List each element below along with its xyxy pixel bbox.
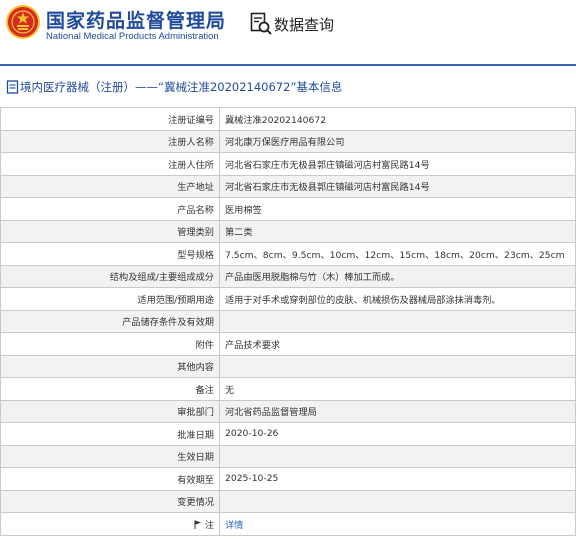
row-label: 适用范围/预期用途 bbox=[0, 287, 220, 311]
row-label: 有效期至 bbox=[0, 467, 220, 491]
table-row: 其他内容 bbox=[0, 354, 576, 378]
table-row: 批准日期 2020-10-26 bbox=[0, 422, 576, 446]
row-label: 型号规格 bbox=[0, 242, 220, 266]
header-divider bbox=[0, 64, 576, 66]
row-value: 河北省石家庄市无极县郭庄镇磁河店村富民路14号 bbox=[219, 174, 576, 198]
row-label: 批准日期 bbox=[0, 422, 220, 446]
row-value: 河北康万保医疗用品有限公司 bbox=[219, 129, 576, 153]
row-label: 注 bbox=[204, 519, 214, 531]
row-label: 变更情况 bbox=[0, 489, 220, 513]
row-value: 第二类 bbox=[219, 219, 576, 243]
info-table: 注册证编号 冀械注准20202140672 注册人名称 河北康万保医疗用品有限公… bbox=[0, 107, 576, 536]
table-row: 注册人名称 河北康万保医疗用品有限公司 bbox=[0, 129, 576, 153]
document-icon bbox=[6, 80, 19, 94]
table-row: 产品储存条件及有效期 bbox=[0, 309, 576, 333]
row-value: 无 bbox=[219, 377, 576, 401]
row-value: 医用棉签 bbox=[219, 197, 576, 221]
row-label: 其他内容 bbox=[0, 354, 220, 378]
row-label: 备注 bbox=[0, 377, 220, 401]
row-value: 河北省药品监督管理局 bbox=[219, 399, 576, 423]
row-label: 产品名称 bbox=[0, 197, 220, 221]
row-label: 管理类别 bbox=[0, 219, 220, 243]
details-link[interactable]: 详情 bbox=[225, 520, 243, 531]
table-row: 附件 产品技术要求 bbox=[0, 332, 576, 356]
row-value: 河北省石家庄市无极县郭庄镇磁河店村富民路14号 bbox=[219, 152, 576, 176]
site-title-cn: 国家药品监督管理局 bbox=[46, 10, 227, 32]
row-label: 结构及组成/主要组成成分 bbox=[0, 264, 220, 288]
row-label: 生效日期 bbox=[0, 444, 220, 468]
flag-icon bbox=[194, 520, 201, 529]
row-value bbox=[219, 489, 576, 513]
table-row: 注册证编号 冀械注准20202140672 bbox=[0, 107, 576, 131]
table-row: 产品名称 医用棉签 bbox=[0, 197, 576, 221]
row-label: 审批部门 bbox=[0, 399, 220, 423]
section-title-bar: 境内医疗器械（注册）——“冀械注准20202140672”基本信息 bbox=[0, 70, 576, 104]
row-value bbox=[219, 309, 576, 333]
section-title: 境内医疗器械（注册）——“冀械注准20202140672”基本信息 bbox=[20, 80, 343, 94]
site-header: 国家药品监督管理局 National Medical Products Admi… bbox=[0, 0, 576, 50]
table-row: 备注 无 bbox=[0, 377, 576, 401]
table-row: 生效日期 bbox=[0, 444, 576, 468]
table-row: 结构及组成/主要组成成分 产品由医用脱脂棉与竹（木）棒加工而成。 bbox=[0, 264, 576, 288]
row-value: 2025-10-25 bbox=[219, 467, 576, 491]
row-label: 附件 bbox=[0, 332, 220, 356]
note-label-cell: 注 bbox=[0, 512, 220, 536]
row-label: 生产地址 bbox=[0, 174, 220, 198]
row-label: 注册证编号 bbox=[0, 107, 220, 131]
table-row: 生产地址 河北省石家庄市无极县郭庄镇磁河店村富民路14号 bbox=[0, 174, 576, 198]
row-label: 产品储存条件及有效期 bbox=[0, 309, 220, 333]
data-query-link[interactable]: 数据查询 bbox=[274, 14, 334, 35]
row-value: 冀械注准20202140672 bbox=[219, 107, 576, 131]
row-value-cell: 详情 bbox=[219, 512, 576, 536]
site-title-en: National Medical Products Administration bbox=[46, 31, 219, 42]
table-row: 型号规格 7.5cm、8cm、9.5cm、10cm、12cm、15cm、18cm… bbox=[0, 242, 576, 266]
table-row: 管理类别 第二类 bbox=[0, 219, 576, 243]
table-row: 注册人住所 河北省石家庄市无极县郭庄镇磁河店村富民路14号 bbox=[0, 152, 576, 176]
table-row: 审批部门 河北省药品监督管理局 bbox=[0, 399, 576, 423]
row-value: 7.5cm、8cm、9.5cm、10cm、12cm、15cm、18cm、20cm… bbox=[219, 242, 576, 266]
row-value bbox=[219, 354, 576, 378]
row-value: 适用于对手术或穿刺部位的皮肤、机械损伤及器械局部涂抹消毒剂。 bbox=[219, 287, 576, 311]
row-value bbox=[219, 444, 576, 468]
row-value: 产品由医用脱脂棉与竹（木）棒加工而成。 bbox=[219, 264, 576, 288]
table-row: 注 详情 bbox=[0, 512, 576, 536]
table-row: 有效期至 2025-10-25 bbox=[0, 467, 576, 491]
magnifier-document-icon[interactable] bbox=[250, 12, 272, 36]
row-label: 注册人住所 bbox=[0, 152, 220, 176]
table-row: 适用范围/预期用途 适用于对手术或穿刺部位的皮肤、机械损伤及器械局部涂抹消毒剂。 bbox=[0, 287, 576, 311]
national-emblem-icon bbox=[6, 5, 40, 39]
row-value: 产品技术要求 bbox=[219, 332, 576, 356]
table-row: 变更情况 bbox=[0, 489, 576, 513]
row-label: 注册人名称 bbox=[0, 129, 220, 153]
row-value: 2020-10-26 bbox=[219, 422, 576, 446]
